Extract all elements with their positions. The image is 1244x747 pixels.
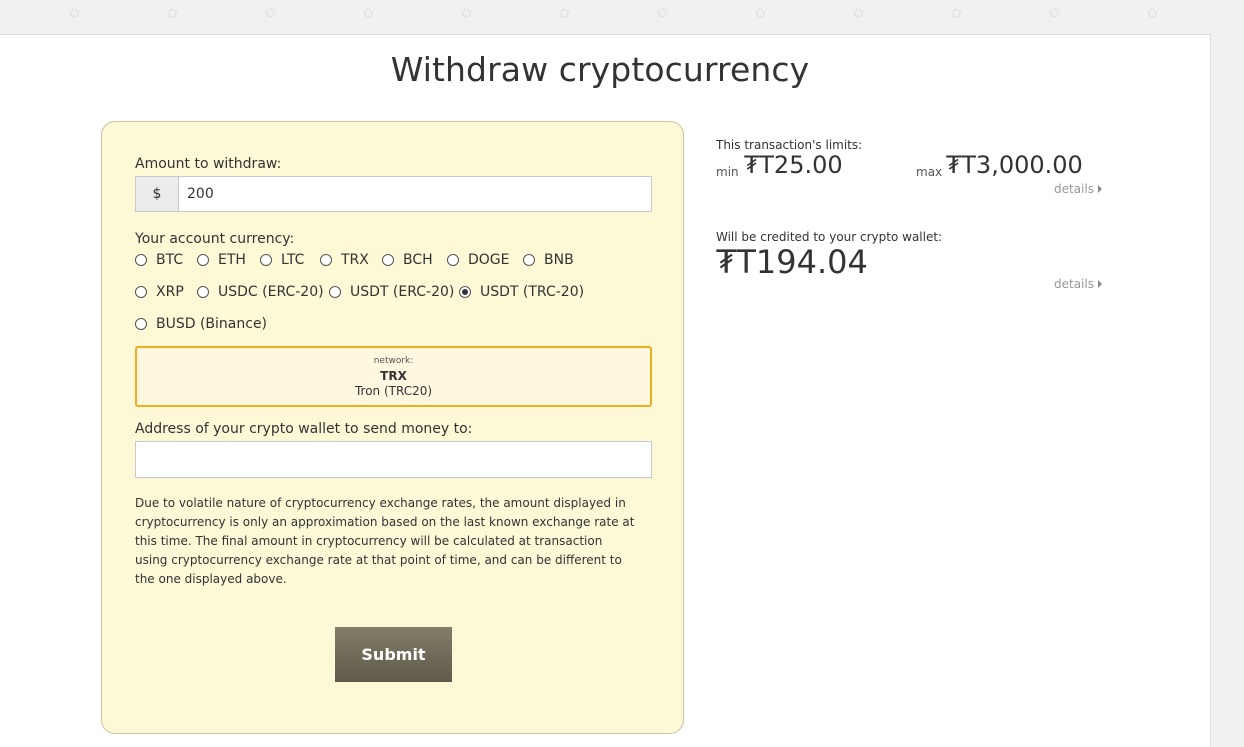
limits-label: This transaction's limits: [716,138,863,152]
currency-option-label: TRX [341,252,369,268]
currency-option-trx[interactable]: TRX [320,252,369,268]
currency-option-usdt-erc20[interactable]: USDT (ERC-20) [329,284,454,300]
currency-option-label: USDC (ERC-20) [218,284,324,300]
max-label: max [916,165,943,179]
withdraw-form: Amount to withdraw: $ Your account curre… [101,121,684,734]
currency-option-eth[interactable]: ETH [197,252,246,268]
radio-button[interactable] [135,286,147,298]
star-outline-icon: ✩ [460,4,473,22]
network-caption: network: [373,356,414,366]
details-link-label: details [1054,277,1094,291]
network-name: Tron (TRC20) [354,384,433,398]
currency-option-label: BNB [544,252,574,268]
min-label: min [716,165,739,179]
credited-label: Will be credited to your crypto wallet: [716,230,943,244]
currency-option-btc[interactable]: BTC [135,252,183,268]
network-code: TRX [380,369,407,383]
currency-option-label: ETH [218,252,246,268]
wallet-address-label: Address of your crypto wallet to send mo… [135,421,473,437]
radio-button[interactable] [320,254,332,266]
currency-option-label: USDT (TRC-20) [480,284,585,300]
currency-option-label: XRP [156,284,184,300]
star-outline-icon: ✩ [1048,4,1061,22]
radio-button-selected[interactable] [459,286,471,298]
currency-option-doge[interactable]: DOGE [447,252,510,268]
star-outline-icon: ✩ [950,4,963,22]
star-outline-icon: ✩ [1146,4,1159,22]
currency-option-label: BCH [403,252,433,268]
radio-button[interactable] [135,254,147,266]
amount-input-group: $ [135,176,652,212]
submit-button[interactable]: Submit [335,627,452,682]
radio-button[interactable] [197,286,209,298]
star-outline-icon: ✩ [166,4,179,22]
currency-option-label: USDT (ERC-20) [350,284,455,300]
currency-option-label: BUSD (Binance) [156,316,268,332]
star-outline-icon: ✩ [852,4,865,22]
currency-option-xrp[interactable]: XRP [135,284,184,300]
currency-option-label: BTC [156,252,184,268]
credited-amount: ₮T194.04 [716,243,868,281]
background-pattern: ✩ ✩ ✩ ✩ ✩ ✩ ✩ ✩ ✩ ✩ ✩ ✩ [0,0,1244,34]
currency-option-busd[interactable]: BUSD (Binance) [135,316,267,332]
star-outline-icon: ✩ [264,4,277,22]
max-limit-value: ₮T3,000.00 [946,151,1083,179]
star-outline-icon: ✩ [362,4,375,22]
star-outline-icon: ✩ [558,4,571,22]
page-title: Withdraw cryptocurrency [390,50,810,89]
currency-label: Your account currency: [135,231,295,247]
currency-option-ltc[interactable]: LTC [260,252,304,268]
exchange-rate-disclaimer: Due to volatile nature of cryptocurrency… [135,496,635,586]
star-outline-icon: ✩ [656,4,669,22]
currency-option-usdc-erc20[interactable]: USDC (ERC-20) [197,284,324,300]
radio-button[interactable] [135,318,147,330]
radio-button[interactable] [329,286,341,298]
network-info-box: network: TRX Tron (TRC20) [135,346,652,407]
credit-details-link[interactable]: details [1054,277,1102,291]
min-limit-value: ₮T25.00 [744,151,843,179]
star-outline-icon: ✩ [68,4,81,22]
radio-button[interactable] [382,254,394,266]
radio-button[interactable] [197,254,209,266]
star-outline-icon: ✩ [754,4,767,22]
currency-prefix: $ [136,177,179,211]
currency-option-label: LTC [281,252,305,268]
radio-button[interactable] [523,254,535,266]
details-link-label: details [1054,182,1094,196]
caret-right-icon [1097,185,1102,193]
radio-button[interactable] [260,254,272,266]
currency-option-label: DOGE [468,252,510,268]
caret-right-icon [1097,280,1102,288]
currency-option-usdt-trc20[interactable]: USDT (TRC-20) [459,284,584,300]
amount-label: Amount to withdraw: [135,156,282,172]
amount-input[interactable] [179,177,651,211]
currency-option-bnb[interactable]: BNB [523,252,574,268]
limits-details-link[interactable]: details [1054,182,1102,196]
currency-option-bch[interactable]: BCH [382,252,433,268]
wallet-address-input[interactable] [135,441,652,478]
radio-button[interactable] [447,254,459,266]
